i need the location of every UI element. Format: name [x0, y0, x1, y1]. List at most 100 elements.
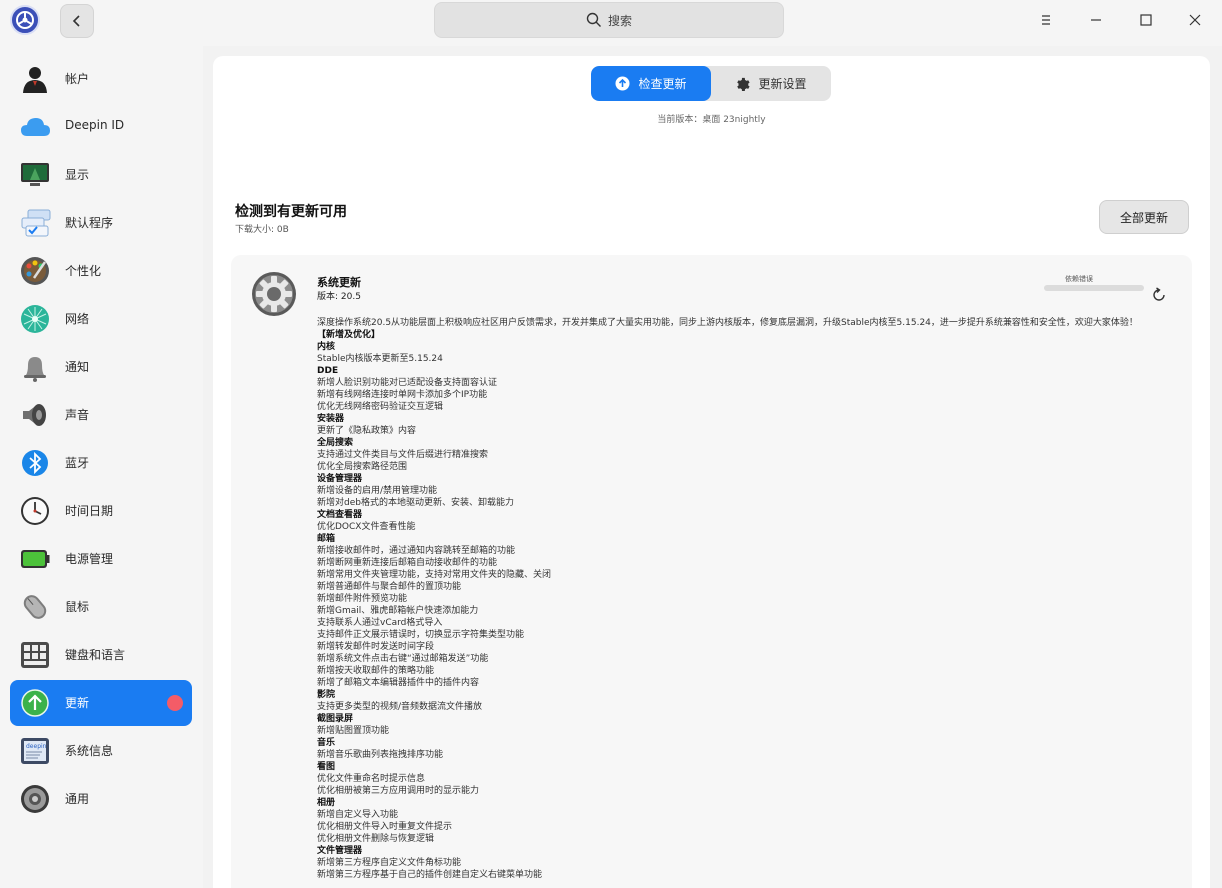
sidebar-item-datetime[interactable]: 时间日期 — [10, 488, 192, 534]
sidebar-item-label: 默认程序 — [65, 216, 114, 230]
release-notes-heading: 影院 — [317, 690, 336, 700]
release-notes: 深度操作系统20.5从功能层面上积极响应社区用户反馈需求，开发并集成了大量实用功… — [317, 317, 1177, 881]
title-bar: 搜索 — [0, 0, 1222, 46]
sidebar-item-keyboard[interactable]: 键盘和语言 — [10, 632, 192, 678]
release-notes-line: 新增第三方程序自定义文件角标功能 — [317, 858, 462, 868]
tab-label: 更新设置 — [758, 77, 807, 91]
minimize-button[interactable] — [1084, 8, 1108, 32]
package-name: 系统更新 — [317, 276, 361, 289]
release-notes-line: 优化相册文件导入时重复文件提示 — [317, 822, 453, 832]
sidebar-item-bluetooth[interactable]: 蓝牙 — [10, 440, 192, 486]
svg-text:deepin: deepin — [26, 743, 47, 750]
release-notes-line: 新增常用文件夹管理功能，支持对常用文件夹的隐藏、关闭 — [317, 570, 552, 580]
sidebar-item-label: 通用 — [65, 792, 90, 806]
sidebar-item-label: 个性化 — [65, 264, 102, 278]
release-notes-line: 优化相册被第三方应用调用时的显示能力 — [317, 786, 480, 796]
bluetooth-icon — [22, 450, 48, 476]
release-notes-heading: 文件管理器 — [317, 846, 363, 856]
sidebar-item-default-apps[interactable]: 默认程序 — [10, 200, 192, 246]
tab-label: 检查更新 — [638, 77, 687, 91]
release-notes-line: 新增转发邮件时发送时间字段 — [317, 642, 435, 652]
sidebar: 帐户 Deepin ID 显示 默认程序 个性化 网络 通知 声音 蓝牙 时间日… — [0, 46, 203, 888]
sidebar-item-general[interactable]: 通用 — [10, 776, 192, 822]
release-notes-heading: 邮箱 — [317, 534, 336, 544]
update-available-title: 检测到有更新可用 — [235, 204, 347, 220]
update-arrow-icon — [21, 689, 49, 717]
release-notes-heading: 【新增及优化】 — [317, 330, 381, 340]
release-notes-line: 更新了《隐私政策》内容 — [317, 426, 417, 436]
sidebar-item-deepin-id[interactable]: Deepin ID — [10, 104, 192, 150]
release-notes-line: 新增人脸识别功能对已适配设备支持面容认证 — [317, 378, 498, 388]
sidebar-item-update[interactable]: 更新 — [10, 680, 192, 726]
status-label: 依赖错误 — [1065, 275, 1093, 283]
sidebar-item-network[interactable]: 网络 — [10, 296, 192, 342]
release-notes-line: 优化文件重命名时提示信息 — [317, 774, 426, 784]
sidebar-item-personalization[interactable]: 个性化 — [10, 248, 192, 294]
sidebar-item-label: 键盘和语言 — [65, 648, 126, 662]
sidebar-item-sound[interactable]: 声音 — [10, 392, 192, 438]
sidebar-item-label: 电源管理 — [65, 552, 114, 566]
sidebar-item-label: Deepin ID — [65, 118, 125, 132]
maximize-icon — [1140, 14, 1152, 26]
release-notes-heading: 全局搜索 — [317, 438, 354, 448]
palette-icon — [21, 257, 49, 285]
tab-update-settings[interactable]: 更新设置 — [711, 66, 831, 101]
hamburger-menu-icon — [1042, 15, 1050, 25]
release-notes-line: 新增邮件附件预览功能 — [317, 594, 408, 604]
release-notes-line: 新增普通邮件与聚合邮件的置顶功能 — [317, 582, 462, 592]
sidebar-item-notifications[interactable]: 通知 — [10, 344, 192, 390]
search-placeholder: 搜索 — [607, 13, 632, 28]
release-notes-heading: 看图 — [317, 762, 336, 772]
sidebar-item-power[interactable]: 电源管理 — [10, 536, 192, 582]
sidebar-item-label: 声音 — [65, 408, 90, 422]
release-notes-line: 支持通过文件类目与文件后缀进行精准搜索 — [317, 450, 489, 460]
package-version: 版本: 20.5 — [317, 292, 361, 302]
current-version: 当前版本：桌面 23nightly — [657, 115, 766, 125]
general-gear-icon — [21, 785, 49, 813]
release-notes-line: 新增设备的启用/禁用管理功能 — [317, 486, 438, 496]
release-notes-line: Stable内核版本更新至5.15.24 — [317, 354, 443, 364]
release-notes-line: 新增了邮箱文本编辑器插件中的插件内容 — [317, 678, 480, 688]
sidebar-item-label: 鼠标 — [65, 600, 90, 614]
search-input[interactable]: 搜索 — [434, 2, 784, 38]
display-icon — [21, 163, 49, 186]
sidebar-item-display[interactable]: 显示 — [10, 152, 192, 198]
release-notes-line: 优化无线网络密码验证交互逻辑 — [317, 402, 444, 412]
main-panel: 检查更新 更新设置 当前版本：桌面 23nightly 检测到有更新可用 下载大… — [213, 56, 1210, 888]
release-notes-line: 新增Gmail、雅虎邮箱帐户快速添加能力 — [317, 606, 479, 616]
tab-check-update[interactable]: 检查更新 — [591, 66, 711, 101]
bell-icon — [24, 357, 46, 382]
release-notes-heading: 音乐 — [317, 738, 336, 748]
sidebar-item-mouse[interactable]: 鼠标 — [10, 584, 192, 630]
default-apps-icon — [21, 209, 51, 237]
release-notes-heading: 设备管理器 — [317, 474, 363, 484]
release-notes-line: 新增有线网络连接时单网卡添加多个IP功能 — [317, 390, 488, 400]
sidebar-item-label: 帐户 — [65, 72, 90, 86]
sidebar-item-system-info[interactable]: deepin 系统信息 — [10, 728, 192, 774]
release-notes-line: 支持联系人通过vCard格式导入 — [317, 618, 443, 628]
release-notes-heading: DDE — [317, 366, 339, 376]
maximize-button[interactable] — [1134, 8, 1158, 32]
release-notes-line: 优化相册文件删除与恢复逻辑 — [317, 834, 435, 844]
close-icon — [1189, 14, 1201, 26]
update-badge — [167, 695, 183, 711]
network-icon — [21, 305, 49, 333]
update-all-button[interactable]: 全部更新 — [1099, 200, 1189, 234]
retry-icon[interactable] — [1151, 287, 1167, 303]
release-notes-heading: 相册 — [317, 798, 336, 808]
release-notes-line: 新增自定义导入功能 — [317, 810, 399, 820]
release-notes-line: 新增系统文件点击右键“通过邮箱发送”功能 — [317, 654, 489, 664]
account-icon — [23, 67, 47, 93]
sidebar-item-label: 蓝牙 — [65, 456, 90, 470]
release-notes-heading: 内核 — [317, 342, 336, 352]
menu-button[interactable] — [1034, 8, 1058, 32]
close-button[interactable] — [1183, 8, 1207, 32]
sidebar-item-label: 显示 — [65, 168, 90, 182]
sidebar-item-label: 更新 — [65, 696, 90, 710]
release-notes-line: 支持邮件正文展示错误时，切换显示字符集类型功能 — [317, 630, 525, 640]
release-notes-line: 新增断网重新连接后邮箱自动接收邮件的功能 — [317, 558, 498, 568]
download-size: 下载大小: 0B — [235, 225, 289, 235]
upload-circle-icon — [615, 76, 630, 91]
back-button[interactable] — [60, 4, 94, 38]
sidebar-item-account[interactable]: 帐户 — [10, 56, 192, 102]
